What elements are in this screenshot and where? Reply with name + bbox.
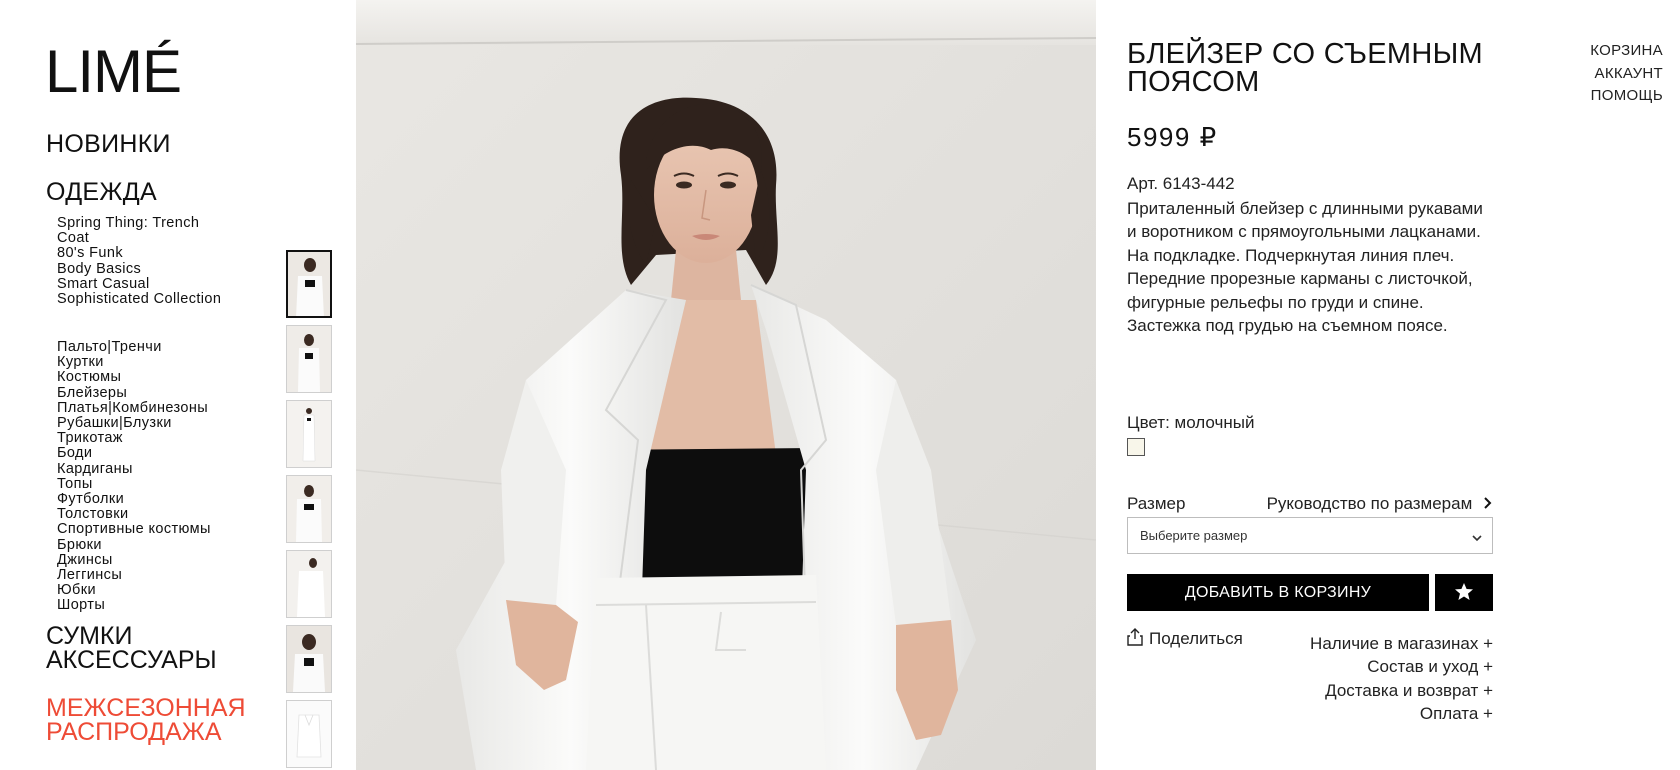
- accordion-availability[interactable]: Наличие в магазинах +: [1310, 632, 1493, 655]
- chevron-right-icon: [1477, 494, 1493, 513]
- size-select-value: Выберите размер: [1140, 528, 1248, 543]
- color-swatch[interactable]: [1127, 438, 1145, 456]
- size-guide-link[interactable]: Руководство по размерам: [1267, 494, 1493, 514]
- product-main-image[interactable]: [356, 0, 1096, 770]
- category-item[interactable]: Толстовки: [57, 507, 211, 522]
- sidebar: LIMÉ НОВИНКИ ОДЕЖДА Spring Thing: Trench…: [0, 0, 275, 770]
- category-item[interactable]: Шорты: [57, 598, 211, 613]
- category-item[interactable]: Пальто|Тренчи: [57, 339, 211, 355]
- accordion-delivery[interactable]: Доставка и возврат +: [1310, 679, 1493, 702]
- collection-item[interactable]: Sophisticated Collection: [57, 291, 222, 307]
- nav-bags[interactable]: СУМКИ: [46, 624, 217, 649]
- accordion-payment[interactable]: Оплата +: [1310, 702, 1493, 725]
- collection-item[interactable]: Body Basics: [57, 261, 222, 277]
- category-item[interactable]: Рубашки|Блузки: [57, 415, 211, 431]
- product-thumbnail[interactable]: [286, 475, 332, 543]
- nav-sale[interactable]: МЕЖСЕЗОННАЯ РАСПРОДАЖА: [46, 694, 246, 746]
- category-item[interactable]: Платья|Комбинезоны: [57, 400, 211, 416]
- nav-clothes[interactable]: ОДЕЖДА: [46, 178, 157, 207]
- product-thumbnail[interactable]: [286, 700, 332, 768]
- product-price: 5999 ₽: [1127, 122, 1218, 152]
- category-item[interactable]: Леггинсы: [57, 567, 211, 583]
- nav-sale-line2: РАСПРОДАЖА: [46, 718, 222, 746]
- share-label: Поделиться: [1149, 629, 1243, 648]
- favorite-button[interactable]: [1435, 574, 1493, 611]
- category-item[interactable]: Боди: [57, 446, 211, 461]
- product-article: Арт. 6143-442: [1127, 174, 1235, 193]
- collection-item[interactable]: Spring Thing: Trench Coat: [57, 215, 222, 246]
- category-item[interactable]: Блейзеры: [57, 385, 211, 401]
- nav-accessories[interactable]: АКСЕССУАРЫ: [46, 648, 217, 673]
- nav-bags-accessories: СУМКИ АКСЕССУАРЫ: [46, 624, 217, 673]
- account-link[interactable]: АККАУНТ: [1590, 63, 1663, 86]
- category-item[interactable]: Топы: [57, 476, 211, 492]
- category-item[interactable]: Костюмы: [57, 370, 211, 385]
- categories-list: Пальто|Тренчи Куртки Костюмы Блейзеры Пл…: [57, 339, 211, 614]
- size-guide-label: Руководство по размерам: [1266, 494, 1473, 513]
- lime-logo[interactable]: LIMÉ: [45, 30, 215, 105]
- collection-item[interactable]: 80's Funk: [57, 246, 222, 261]
- category-item[interactable]: Брюки: [57, 537, 211, 553]
- color-label: Цвет: молочный: [1127, 413, 1255, 432]
- product-thumbnail[interactable]: [286, 550, 332, 618]
- header-links: КОРЗИНА АККАУНТ ПОМОЩЬ: [1590, 40, 1663, 108]
- cart-link[interactable]: КОРЗИНА: [1590, 40, 1663, 63]
- info-accordions: Наличие в магазинах + Состав и уход + До…: [1310, 632, 1493, 726]
- share-icon: [1127, 628, 1143, 646]
- collection-item[interactable]: Smart Casual: [57, 276, 222, 292]
- product-thumbnail[interactable]: [286, 400, 332, 468]
- svg-text:LIMÉ: LIMÉ: [45, 38, 181, 95]
- category-item[interactable]: Футболки: [57, 491, 211, 507]
- category-item[interactable]: Юбки: [57, 583, 211, 598]
- nav-sale-line1: МЕЖСЕЗОННАЯ: [46, 694, 246, 722]
- add-to-cart-button[interactable]: ДОБАВИТЬ В КОРЗИНУ: [1127, 574, 1429, 611]
- product-title: БЛЕЙЗЕР СО СЪЕМНЫМ ПОЯСОМ: [1127, 38, 1484, 98]
- chevron-down-icon: [1472, 530, 1482, 542]
- star-icon: [1455, 583, 1473, 600]
- category-item[interactable]: Куртки: [57, 355, 211, 370]
- category-item[interactable]: Джинсы: [57, 552, 211, 568]
- help-link[interactable]: ПОМОЩЬ: [1590, 85, 1663, 108]
- category-item[interactable]: Трикотаж: [57, 431, 211, 446]
- size-select[interactable]: Выберите размер: [1127, 517, 1493, 554]
- category-item[interactable]: Спортивные костюмы: [57, 522, 211, 537]
- size-label: Размер: [1127, 494, 1186, 513]
- accordion-composition[interactable]: Состав и уход +: [1310, 655, 1493, 678]
- category-item[interactable]: Кардиганы: [57, 461, 211, 477]
- collections-list: Spring Thing: Trench Coat 80's Funk Body…: [57, 215, 222, 307]
- product-thumbnail[interactable]: [286, 325, 332, 393]
- share-button[interactable]: Поделиться: [1127, 628, 1243, 649]
- product-thumbnail[interactable]: [286, 250, 332, 318]
- product-thumbnail[interactable]: [286, 625, 332, 693]
- product-description: Приталенный блейзер с длинными рукавами …: [1127, 199, 1483, 336]
- nav-new-arrivals[interactable]: НОВИНКИ: [46, 130, 171, 159]
